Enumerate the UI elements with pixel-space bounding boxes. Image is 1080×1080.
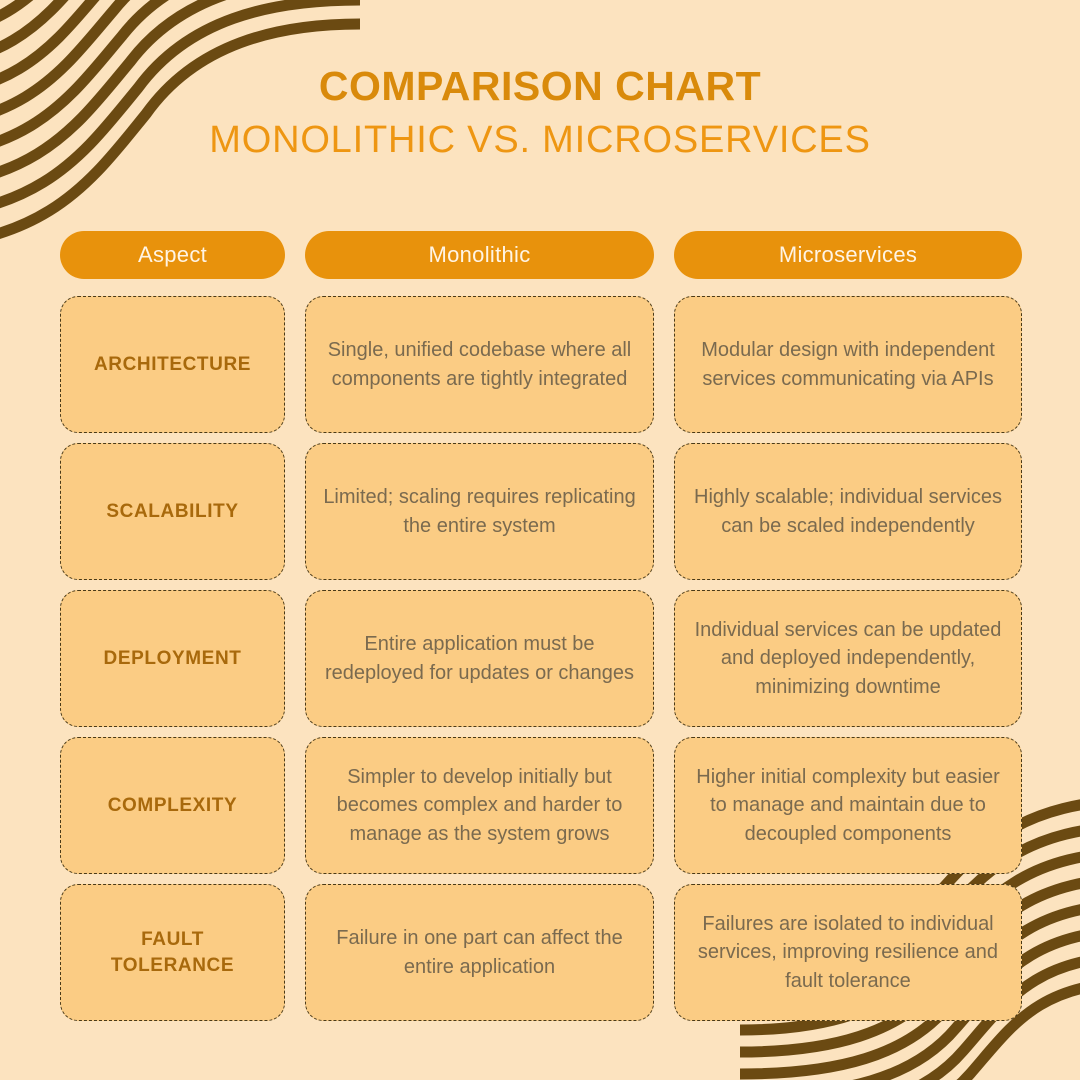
monolithic-text: Single, unified codebase where all compo… [327, 339, 632, 390]
aspect-label: DEPLOYMENT [103, 647, 242, 669]
title-block: COMPARISON CHART MONOLITHIC VS. MICROSER… [0, 62, 1080, 163]
aspect-cell: COMPLEXITY [60, 737, 285, 874]
aspect-cell: ARCHITECTURE [60, 296, 285, 433]
aspect-label: FAULT TOLERANCE [110, 928, 235, 976]
monolithic-text: Entire application must be redeployed fo… [324, 633, 635, 684]
microservices-text: Failures are isolated to individual serv… [697, 912, 999, 992]
microservices-text: Modular design with independent services… [701, 339, 995, 390]
monolithic-cell: Failure in one part can affect the entir… [305, 884, 654, 1021]
microservices-text: Higher initial complexity but easier to … [696, 765, 1000, 845]
table-row: SCALABILITY Limited; scaling requires re… [60, 443, 1022, 580]
microservices-text: Individual services can be updated and d… [694, 618, 1002, 698]
column-header-aspect-label: Aspect [137, 242, 208, 267]
aspect-label: SCALABILITY [106, 500, 239, 522]
column-header-monolithic-label: Monolithic [428, 242, 531, 267]
aspect-label: COMPLEXITY [107, 794, 238, 816]
microservices-cell: Higher initial complexity but easier to … [674, 737, 1022, 874]
monolithic-cell: Single, unified codebase where all compo… [305, 296, 654, 433]
table-row: FAULT TOLERANCE Failure in one part can … [60, 884, 1022, 1021]
table-row: COMPLEXITY Simpler to develop initially … [60, 737, 1022, 874]
monolithic-text: Simpler to develop initially but becomes… [336, 765, 623, 845]
monolithic-text: Failure in one part can affect the entir… [336, 927, 623, 978]
microservices-cell: Individual services can be updated and d… [674, 590, 1022, 727]
microservices-text: Highly scalable; individual services can… [694, 486, 1002, 537]
monolithic-cell: Limited; scaling requires replicating th… [305, 443, 654, 580]
microservices-cell: Failures are isolated to individual serv… [674, 884, 1022, 1021]
monolithic-cell: Entire application must be redeployed fo… [305, 590, 654, 727]
microservices-cell: Modular design with independent services… [674, 296, 1022, 433]
column-header-microservices-label: Microservices [778, 242, 918, 267]
aspect-cell: DEPLOYMENT [60, 590, 285, 727]
comparison-table: Aspect Monolithic Microservices ARCHITEC… [60, 231, 1022, 1031]
microservices-cell: Highly scalable; individual services can… [674, 443, 1022, 580]
aspect-cell: SCALABILITY [60, 443, 285, 580]
aspect-cell: FAULT TOLERANCE [60, 884, 285, 1021]
table-header-row: Aspect Monolithic Microservices [60, 231, 1022, 279]
aspect-label: ARCHITECTURE [93, 353, 252, 375]
column-header-monolithic: Monolithic [305, 231, 654, 279]
monolithic-cell: Simpler to develop initially but becomes… [305, 737, 654, 874]
table-row: DEPLOYMENT Entire application must be re… [60, 590, 1022, 727]
monolithic-text: Limited; scaling requires replicating th… [323, 486, 636, 537]
column-header-aspect: Aspect [60, 231, 285, 279]
table-row: ARCHITECTURE Single, unified codebase wh… [60, 296, 1022, 433]
page-subtitle: MONOLITHIC VS. MICROSERVICES [209, 119, 871, 162]
page-title: COMPARISON CHART [318, 63, 762, 109]
column-header-microservices: Microservices [674, 231, 1022, 279]
